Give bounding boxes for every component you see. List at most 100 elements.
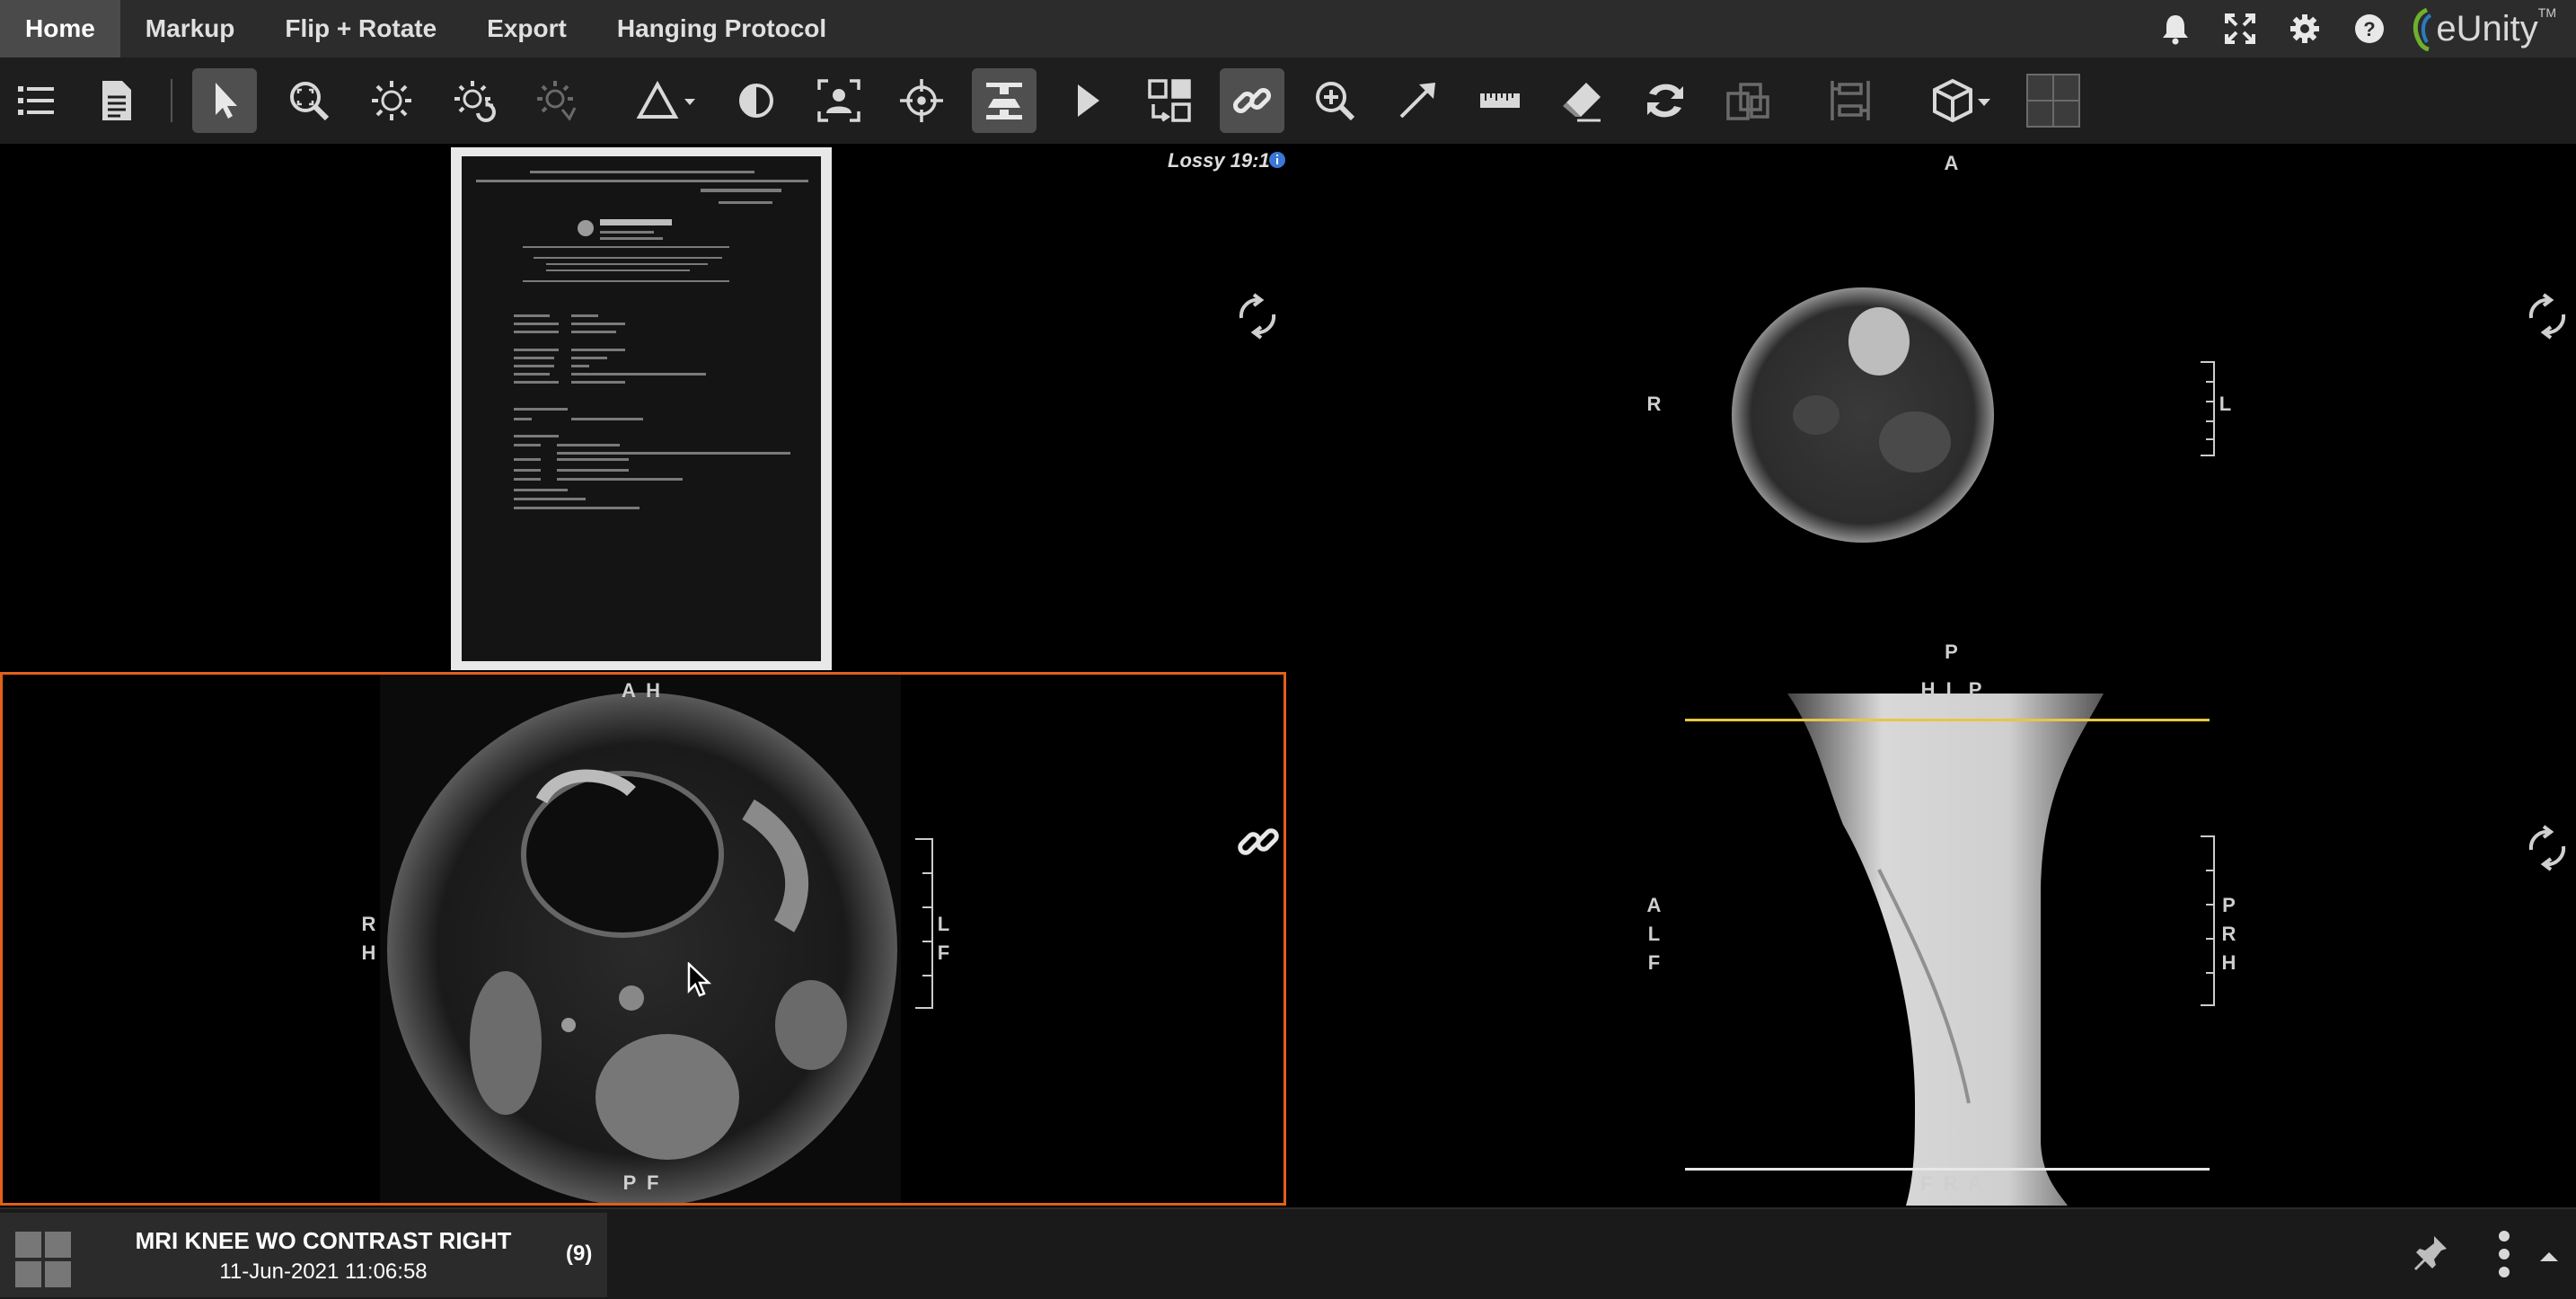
study-card[interactable]: MRI KNEE WO CONTRAST RIGHT 11-Jun-2021 1… [0, 1213, 607, 1297]
orientation-top: H L P [1920, 678, 1985, 701]
viewport-top-left[interactable]: Lossy 19:1 [0, 146, 1286, 672]
gear-icon[interactable] [2272, 0, 2337, 57]
menu-flip-rotate[interactable]: Flip + Rotate [260, 0, 462, 57]
layout-swap-button[interactable] [1137, 68, 1202, 133]
orientation-top: A [1944, 152, 1962, 174]
orientation-right: L [2219, 393, 2235, 415]
sync-toggle-icon[interactable] [2522, 291, 2572, 341]
menu-markup[interactable]: Markup [120, 0, 260, 57]
window-level-auto-icon [537, 81, 577, 121]
grid-layout-button[interactable] [2021, 68, 2086, 133]
invert-button[interactable] [724, 68, 789, 133]
cine-play-icon [1078, 84, 1099, 117]
orientation-right-3: H [2221, 951, 2239, 974]
toolbar [0, 57, 2576, 144]
eraser-button[interactable] [1550, 68, 1615, 133]
more-options-icon[interactable] [2497, 1229, 2511, 1279]
scanned-document-image [451, 147, 832, 670]
orientation-right-2: F [937, 941, 953, 964]
series-count: (9) [566, 1242, 593, 1266]
window-level-icon [372, 81, 411, 120]
menu-home[interactable]: Home [0, 0, 120, 57]
orientation-top: A H [621, 679, 664, 702]
pin-icon[interactable] [2413, 1234, 2448, 1274]
fullscreen-icon[interactable] [2208, 0, 2272, 57]
sync-toggle-icon[interactable] [1232, 291, 1283, 341]
shape-tool-button[interactable] [625, 68, 708, 133]
3d-cube-icon [1933, 78, 1990, 123]
window-level-auto-button[interactable] [525, 68, 589, 133]
orientation-left-2: L [1647, 923, 1663, 945]
eraser-icon [1563, 83, 1601, 122]
copy-icon [1726, 83, 1769, 120]
orientation-bottom: P [1945, 641, 1961, 663]
arrow-annotation-button[interactable] [1385, 68, 1450, 133]
ruler-icon [1480, 93, 1520, 108]
reset-button[interactable] [1633, 68, 1698, 133]
stack-icon [986, 83, 1022, 119]
menu-bar: Home Markup Flip + Rotate Export Hanging… [0, 0, 2576, 57]
study-title: MRI KNEE WO CONTRAST RIGHT [135, 1227, 512, 1254]
series-list-button[interactable] [4, 68, 68, 133]
eunity-logo: eUnity TM [2402, 0, 2576, 57]
window-level-button[interactable] [359, 68, 424, 133]
orientation-bottom: F R A [1920, 1172, 1985, 1195]
info-icon[interactable] [1268, 151, 1286, 169]
linked-sync-icon[interactable] [1233, 817, 1284, 867]
toolbar-separator [171, 79, 172, 122]
layout-swap-icon [1148, 79, 1191, 122]
cine-play-button[interactable] [1054, 68, 1119, 133]
ruler-button[interactable] [1468, 68, 1532, 133]
series-grid-icon[interactable] [14, 1231, 72, 1288]
zoom-fit-button[interactable] [277, 68, 341, 133]
stack-scroll-button[interactable] [972, 68, 1037, 133]
bell-icon[interactable] [2143, 0, 2208, 57]
invert-icon [739, 84, 773, 118]
lossy-label: Lossy 19:1 [1168, 149, 1270, 172]
viewport-top-right[interactable]: A P R L [1286, 146, 2576, 672]
viewport-bottom-right[interactable]: H L P F R A A L F P R H [1286, 672, 2576, 1206]
orientation-left: R [1646, 393, 1664, 415]
menu-right-group: ? eUnity TM [2143, 0, 2576, 57]
report-button[interactable] [84, 68, 149, 133]
help-icon[interactable]: ? [2337, 0, 2402, 57]
patient-info-button[interactable] [807, 68, 871, 133]
mouse-cursor-icon [687, 962, 712, 997]
collapse-up-icon[interactable] [2538, 1249, 2560, 1263]
axial-knee-image [380, 675, 933, 1203]
logo-text: eUnity [2436, 8, 2538, 49]
pointer-tool-button[interactable] [192, 68, 257, 133]
svg-text:?: ? [2364, 18, 2376, 40]
crosshair-icon [900, 79, 943, 122]
sync-toggle-icon[interactable] [2522, 823, 2572, 873]
patient-info-icon [817, 79, 860, 122]
magnify-icon [1316, 82, 1355, 121]
orientation-left-2: H [361, 941, 379, 964]
arrow-icon [1399, 83, 1435, 119]
shape-tool-icon [636, 80, 695, 119]
viewport-bottom-left[interactable]: A H P F R H L F [0, 672, 1286, 1206]
magnify-button[interactable] [1302, 68, 1367, 133]
orientation-left-1: A [1646, 894, 1664, 916]
zoom-fit-icon [290, 82, 330, 121]
window-level-preset-button[interactable] [442, 68, 507, 133]
hanging-button[interactable] [1818, 68, 1883, 133]
menu-export[interactable]: Export [462, 0, 592, 57]
sagittal-femur-image [1685, 694, 2215, 1206]
link-button[interactable] [1220, 68, 1284, 133]
reset-icon [1647, 84, 1683, 118]
hanging-icon [1831, 81, 1870, 120]
orientation-bottom: P F [622, 1171, 662, 1194]
copy-button[interactable] [1716, 68, 1780, 133]
eunity-logo-mark-icon [2413, 7, 2432, 51]
orientation-right-1: P [2222, 894, 2238, 916]
series-list-icon [18, 86, 54, 115]
report-icon [102, 81, 131, 120]
crosshair-button[interactable] [889, 68, 954, 133]
orientation-right-2: R [2221, 923, 2239, 945]
orientation-left-3: F [1647, 951, 1663, 974]
menu-hanging-protocol[interactable]: Hanging Protocol [592, 0, 851, 57]
3d-view-button[interactable] [1922, 68, 2005, 133]
axial-thigh-image [1732, 287, 2215, 543]
orientation-left-1: R [361, 913, 379, 935]
